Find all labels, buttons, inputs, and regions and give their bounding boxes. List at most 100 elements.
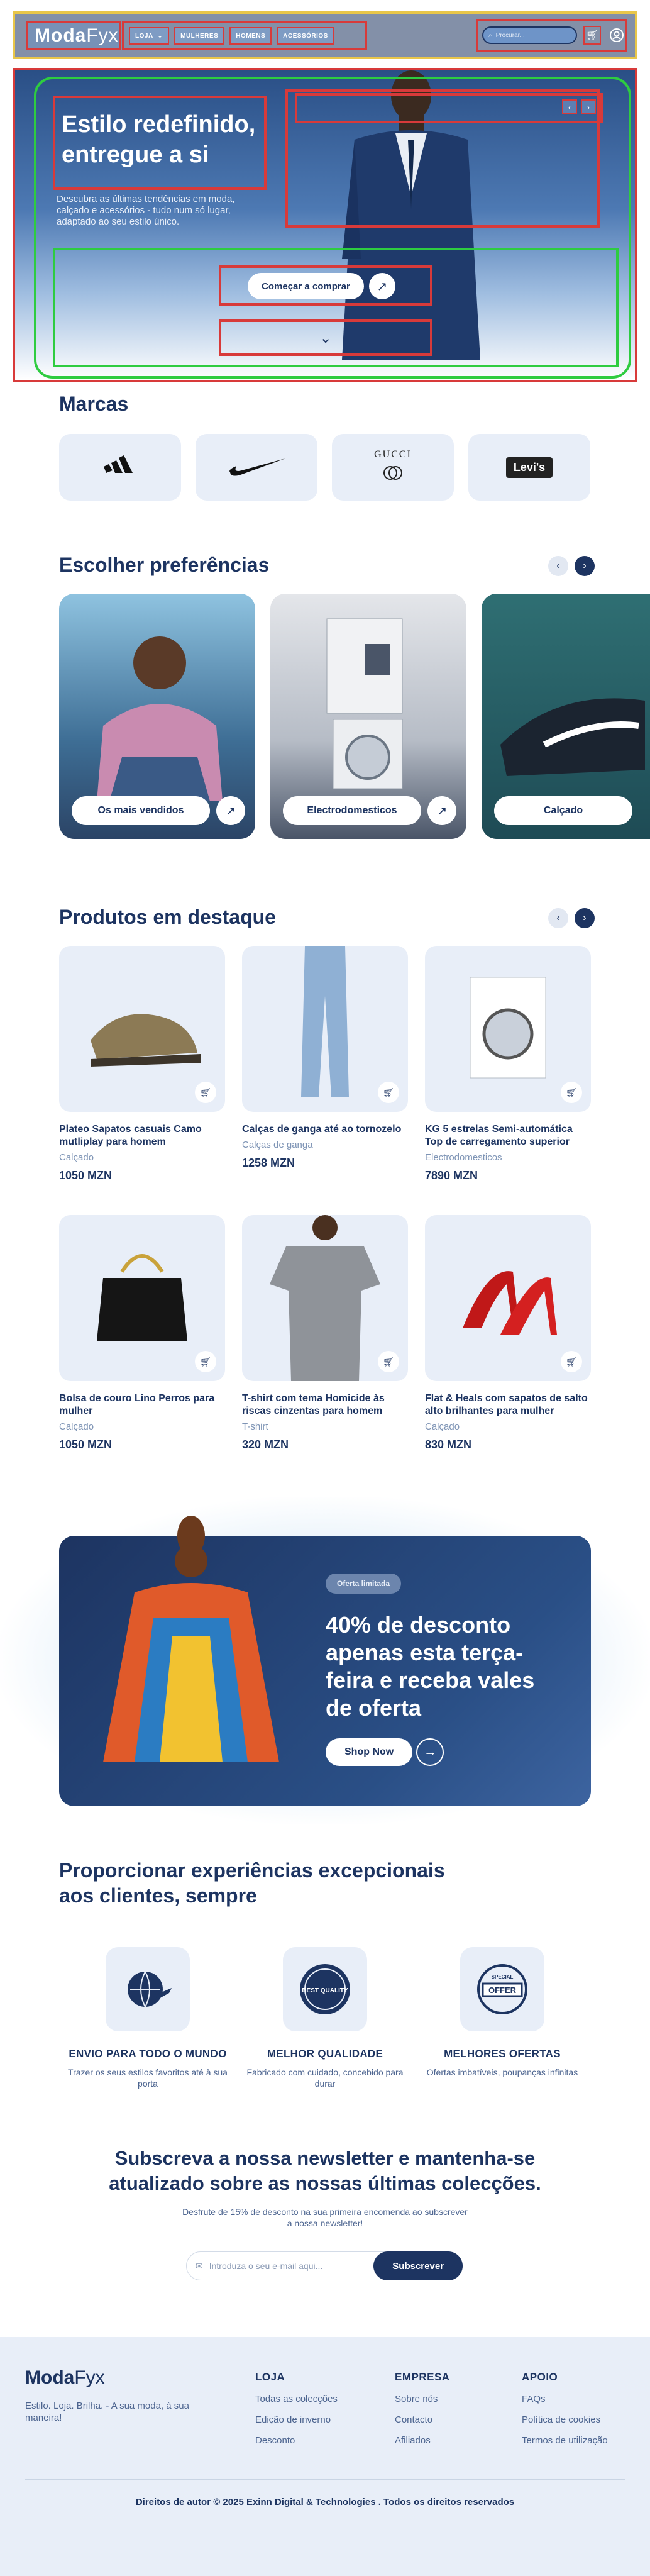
feature-offers: OFFER SPECIAL MELHORES OFERTAS Ofertas im… — [417, 1947, 587, 2078]
product-card[interactable]: 🛒︎ T-shirt com tema Homicide às riscas c… — [242, 1215, 408, 1452]
site-header: Moda Fyx LOJA ⌄ MULHERES HOMENS ACESSÓRIO… — [13, 11, 637, 59]
hero-next-button[interactable]: › — [581, 99, 596, 114]
promo-banner: Oferta limitada 40% de desconto apenas e… — [59, 1516, 591, 1806]
footer-link[interactable]: Todas as colecções — [255, 2394, 338, 2404]
logo[interactable]: Moda Fyx — [26, 21, 121, 50]
feature-icon-box — [106, 1947, 190, 2031]
scroll-down-button[interactable]: ⌄ — [219, 319, 432, 356]
product-image: 🛒︎ — [59, 946, 225, 1112]
product-card[interactable]: 🛒︎ Plateo Sapatos casuais Camo mutliplay… — [59, 946, 225, 1182]
products-nav: ‹ › — [548, 908, 595, 928]
footer-link[interactable]: FAQs — [522, 2394, 608, 2404]
feature-title: MELHORES OFERTAS — [444, 2048, 561, 2060]
search-input[interactable]: ⌕ Procurar... — [482, 26, 577, 44]
product-category: Calçado — [425, 1421, 460, 1432]
product-category: T-shirt — [242, 1421, 268, 1432]
cart-button[interactable]: 🛒︎ — [583, 26, 602, 45]
product-category: Calças de ganga — [242, 1140, 313, 1150]
nav-item-mulheres[interactable]: MULHERES — [174, 27, 225, 45]
newsletter-subtext: Desfrute de 15% de desconto na sua prime… — [182, 2207, 468, 2228]
footer-link[interactable]: Desconto — [255, 2435, 338, 2446]
promo-text: 40% de desconto apenas esta terça-feira … — [326, 1612, 535, 1721]
brand-gucci[interactable]: GUCCI — [332, 434, 454, 501]
brand-adidas[interactable] — [59, 434, 181, 501]
add-to-cart-button[interactable]: 🛒︎ — [378, 1351, 399, 1372]
feature-icon-box: BEST QUALITY — [283, 1947, 367, 2031]
start-shopping-button[interactable]: Começar a comprar — [248, 273, 364, 299]
product-price: 1258 MZN — [242, 1157, 295, 1169]
preference-label: Os mais vendidos — [72, 796, 210, 825]
chevron-down-icon: ⌄ — [319, 329, 333, 347]
limited-offer-badge: Oferta limitada — [326, 1574, 402, 1594]
hero-prev-button[interactable]: ‹ — [562, 99, 577, 114]
product-name: T-shirt com tema Homicide às riscas cinz… — [242, 1393, 385, 1416]
logo-sub: Fyx — [86, 25, 119, 46]
preference-label: Calçado — [494, 796, 632, 825]
product-price: 830 MZN — [425, 1438, 472, 1451]
page: Estilo redefinido, entregue a si Descubr… — [0, 0, 650, 2576]
brand-levis[interactable]: Levi's — [468, 434, 590, 501]
product-name: Plateo Sapatos casuais Camo mutliplay pa… — [59, 1124, 202, 1147]
quality-badge-text: BEST QUALITY — [302, 1987, 348, 1994]
arrow-up-right-icon[interactable]: ↗ — [216, 796, 245, 825]
product-card[interactable]: 🛒︎ KG 5 estrelas Semi-automática Top de … — [425, 946, 591, 1182]
footer-link[interactable]: Termos de utilização — [522, 2435, 608, 2446]
hero-arrows: ‹ › — [562, 99, 596, 114]
footer-col-title: LOJA — [255, 2371, 285, 2383]
promo-cta: Shop Now → — [326, 1738, 444, 1766]
brand-nike[interactable] — [196, 434, 317, 501]
next-button[interactable]: › — [575, 908, 595, 928]
newsletter-heading: Subscreva a nossa newsletter e mantenha-… — [109, 2147, 541, 2194]
arrow-up-right-icon[interactable]: ↗ — [368, 273, 395, 299]
footer-link[interactable]: Política de cookies — [522, 2414, 608, 2425]
add-to-cart-button[interactable]: 🛒︎ — [561, 1082, 582, 1103]
brands-heading: Marcas — [59, 392, 129, 415]
add-to-cart-button[interactable]: 🛒︎ — [561, 1351, 582, 1372]
footer-divider — [25, 2479, 625, 2480]
product-image: 🛒︎ — [425, 1215, 591, 1381]
preference-card-best-sellers[interactable]: Os mais vendidos ↗ — [59, 594, 255, 839]
next-button[interactable]: › — [575, 556, 595, 576]
hero-cta: Começar a comprar ↗ — [248, 273, 395, 299]
user-icon — [609, 28, 624, 42]
footer-link[interactable]: Sobre nós — [395, 2394, 450, 2404]
add-to-cart-button[interactable]: 🛒︎ — [195, 1082, 216, 1103]
nav-item-acessorios[interactable]: ACESSÓRIOS — [277, 27, 334, 45]
add-to-cart-button[interactable]: 🛒︎ — [195, 1351, 216, 1372]
product-price: 7890 MZN — [425, 1169, 478, 1182]
hero-slider-controls — [295, 93, 603, 123]
arrow-right-icon[interactable]: → — [416, 1738, 444, 1766]
products-heading: Produtos em destaque — [59, 906, 276, 928]
preferences-nav: ‹ › — [548, 556, 595, 576]
account-button[interactable] — [607, 26, 625, 45]
subscribe-button[interactable]: Subscrever — [373, 2251, 463, 2280]
search-icon: ⌕ — [488, 31, 492, 39]
product-card[interactable]: 🛒︎ Calças de ganga até ao tornozelo Calç… — [242, 946, 408, 1170]
arrow-up-right-icon[interactable]: ↗ — [427, 796, 456, 825]
preference-card-footwear[interactable]: Calçado — [482, 594, 650, 839]
footer-logo[interactable]: ModaFyx — [25, 2367, 105, 2389]
special-badge-text: SPECIAL — [492, 1974, 514, 1980]
footer-link[interactable]: Afiliados — [395, 2435, 450, 2446]
product-card[interactable]: 🛒︎ Bolsa de couro Lino Perros para mulhe… — [59, 1215, 225, 1452]
footer-link[interactable]: Contacto — [395, 2414, 450, 2425]
prev-button[interactable]: ‹ — [548, 908, 568, 928]
nav-item-homens[interactable]: HOMENS — [229, 27, 272, 45]
footer-link[interactable]: Edição de inverno — [255, 2414, 338, 2425]
footer-tagline: Estilo. Loja. Brilha. - A sua moda, à su… — [25, 2401, 189, 2423]
product-card[interactable]: 🛒︎ Flat & Heals com sapatos de salto alt… — [425, 1215, 591, 1452]
nav-item-loja[interactable]: LOJA ⌄ — [129, 27, 170, 45]
logo-main: Moda — [35, 25, 87, 46]
preference-card-appliances[interactable]: Electrodomesticos ↗ — [270, 594, 466, 839]
product-category: Calçado — [59, 1152, 94, 1163]
levis-logo: Levi's — [505, 457, 553, 478]
email-input[interactable]: Introduza o seu e-mail aqui... — [209, 2261, 368, 2271]
product-name: KG 5 estrelas Semi-automática Top de car… — [425, 1124, 573, 1147]
shop-now-button[interactable]: Shop Now — [326, 1738, 413, 1766]
prev-button[interactable]: ‹ — [548, 556, 568, 576]
offer-badge-text: OFFER — [488, 1985, 517, 1995]
gucci-label: GUCCI — [374, 449, 412, 460]
add-to-cart-button[interactable]: 🛒︎ — [378, 1082, 399, 1103]
product-image: 🛒︎ — [242, 946, 408, 1112]
product-image: 🛒︎ — [425, 946, 591, 1112]
